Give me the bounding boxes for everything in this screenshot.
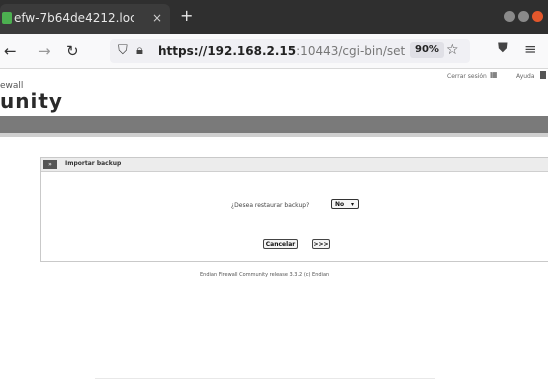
hamburger-menu-icon[interactable]: ≡ <box>524 40 537 58</box>
url-text[interactable]: https://192.168.2.15:10443/cgi-bin/setup… <box>158 44 406 58</box>
reload-icon[interactable]: ↻ <box>66 42 79 60</box>
browser-nav-bar: ← → ↻ ⛉ 🔒︎ https://192.168.2.15:10443/cg… <box>0 34 548 69</box>
footer-text: Endian Firewall Community release 3.3.2 … <box>200 272 330 278</box>
tab-title: efw-7b64de4212.localdo <box>14 11 134 25</box>
top-menu-band <box>0 116 548 133</box>
forward-arrow-icon[interactable]: → <box>38 42 51 60</box>
import-backup-panel: » Importar backup ¿Desea restaurar backu… <box>40 157 548 262</box>
next-button[interactable]: >>> <box>312 239 330 249</box>
logout-icon[interactable]: ▦ <box>490 70 498 79</box>
restore-question-label: ¿Desea restaurar backup? <box>231 202 310 209</box>
chevron-down-icon: ▾ <box>351 201 355 208</box>
lock-icon[interactable]: 🔒︎ <box>136 43 143 58</box>
restore-select-value: No <box>335 201 345 208</box>
bookmark-star-icon[interactable]: ☆ <box>446 42 459 58</box>
favicon-icon <box>2 12 12 24</box>
logout-link[interactable]: Cerrar sesión <box>447 73 487 80</box>
close-window-icon[interactable] <box>532 11 543 22</box>
menu-band-shadow <box>0 133 548 137</box>
restore-select[interactable]: No ▾ <box>331 199 359 209</box>
new-tab-button[interactable]: + <box>180 6 193 25</box>
panel-title: Importar backup <box>65 160 122 167</box>
cancel-button[interactable]: Cancelar <box>263 239 298 249</box>
close-tab-icon[interactable]: × <box>152 11 162 25</box>
shield-icon[interactable]: ⛉ <box>118 43 128 58</box>
panel-toggle-icon[interactable]: » <box>43 160 57 169</box>
help-icon[interactable] <box>540 71 546 79</box>
browser-tab-bar: efw-7b64de4212.localdo × + <box>0 0 548 34</box>
zoom-level-badge[interactable]: 90% <box>410 42 444 58</box>
minimize-window-icon[interactable] <box>504 11 515 22</box>
brand-logo: unity <box>0 89 63 113</box>
panel-header: » Importar backup <box>41 158 548 172</box>
maximize-window-icon[interactable] <box>518 11 529 22</box>
help-link[interactable]: Ayuda <box>516 73 535 80</box>
pocket-icon[interactable]: ⛊ <box>498 41 508 56</box>
browser-tab[interactable]: efw-7b64de4212.localdo × <box>0 4 170 34</box>
back-arrow-icon[interactable]: ← <box>4 42 17 60</box>
url-bar[interactable]: ⛉ 🔒︎ https://192.168.2.15:10443/cgi-bin/… <box>110 39 470 63</box>
